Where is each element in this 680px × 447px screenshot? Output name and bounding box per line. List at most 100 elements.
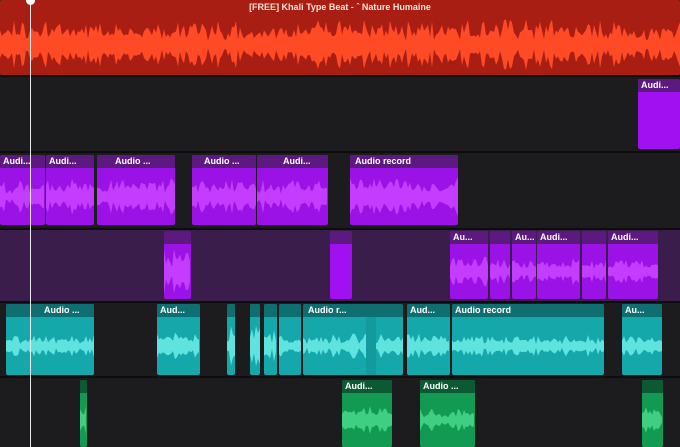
waveform xyxy=(512,260,536,283)
waveform-shape xyxy=(279,335,301,357)
waveform-shape xyxy=(97,178,175,215)
audio-clip[interactable]: Au... xyxy=(512,231,536,299)
waveform xyxy=(642,407,662,433)
waveform-shape xyxy=(537,258,579,285)
waveform xyxy=(0,19,680,70)
waveform-shape xyxy=(46,178,94,215)
audio-clip[interactable] xyxy=(164,231,191,299)
audio-clip[interactable] xyxy=(264,304,277,375)
audio-clip[interactable]: Audio r... xyxy=(303,304,403,375)
clip-title: Audio r... xyxy=(303,304,403,317)
audio-clip[interactable]: Audi... xyxy=(638,79,680,149)
clip-title: Audi... xyxy=(537,231,580,244)
waveform xyxy=(192,179,256,214)
waveform xyxy=(97,178,175,215)
waveform xyxy=(450,256,488,287)
audio-clip[interactable]: Aud... xyxy=(157,304,200,375)
waveform-shape xyxy=(192,179,256,214)
audio-clip[interactable]: Audio record xyxy=(350,155,458,225)
waveform-shape xyxy=(350,177,458,216)
timeline[interactable]: [FREE] Khali Type Beat - ˆ Nature Humain… xyxy=(0,0,680,447)
waveform-shape xyxy=(450,256,488,287)
waveform xyxy=(257,179,327,214)
track-lane-magenta-2: Audi... Audi... Audio ... Audio ... Audi… xyxy=(0,153,680,230)
clip-title: Audio ... xyxy=(192,155,256,168)
waveform-shape xyxy=(642,407,662,433)
audio-clip[interactable] xyxy=(490,231,510,299)
clip-title: Aud... xyxy=(157,304,200,317)
audio-clip[interactable] xyxy=(250,304,260,375)
audio-clip[interactable] xyxy=(366,317,376,375)
audio-clip[interactable] xyxy=(582,231,606,299)
waveform xyxy=(6,334,94,358)
clip-title: Au... xyxy=(622,304,662,317)
audio-clip[interactable]: Audi... xyxy=(46,155,94,225)
clip-title: [FREE] Khali Type Beat - ˆ Nature Humain… xyxy=(249,2,431,12)
audio-clip[interactable] xyxy=(279,304,301,375)
waveform xyxy=(164,249,190,294)
waveform-shape xyxy=(157,332,199,360)
waveform-shape xyxy=(250,325,260,367)
waveform-shape xyxy=(420,408,474,432)
waveform-shape xyxy=(342,406,392,434)
waveform-shape xyxy=(164,249,190,294)
waveform-shape xyxy=(0,19,680,70)
audio-clip[interactable]: Audi... xyxy=(342,380,392,447)
waveform-shape xyxy=(512,260,536,283)
clip-title: Audi... xyxy=(638,79,680,92)
waveform-shape xyxy=(80,406,86,434)
waveform-shape xyxy=(582,259,606,284)
clip-title xyxy=(164,231,191,244)
waveform xyxy=(157,332,199,360)
audio-clip[interactable] xyxy=(330,231,352,299)
track-lane-green: Audi... Audio ... xyxy=(0,378,680,447)
waveform-shape xyxy=(0,180,44,213)
audio-clip[interactable]: Audio ... xyxy=(420,380,475,447)
waveform xyxy=(407,333,449,359)
clip-title: Audio ... xyxy=(6,304,94,317)
audio-clip[interactable] xyxy=(227,304,235,375)
clip-title: Audi... xyxy=(608,231,658,244)
waveform xyxy=(303,333,403,359)
clip-title xyxy=(80,380,87,393)
audio-clip[interactable]: Audio ... xyxy=(6,304,94,375)
clip-title: Audio ... xyxy=(420,380,475,393)
clip-title: Aud... xyxy=(407,304,450,317)
audio-clip[interactable]: Audi... xyxy=(537,231,580,299)
waveform xyxy=(46,178,94,215)
clip-title xyxy=(227,304,235,317)
audio-clip[interactable]: Aud... xyxy=(407,304,450,375)
clip-title: Audio record xyxy=(350,155,458,168)
clip-title: Audi... xyxy=(0,155,45,168)
clip-title xyxy=(279,304,301,317)
audio-clip[interactable]: Au... xyxy=(622,304,662,375)
clip-title: Au... xyxy=(512,231,536,244)
track-lane-magenta-1: Audi... xyxy=(0,77,680,153)
waveform-shape xyxy=(264,330,276,362)
audio-clip[interactable] xyxy=(642,380,663,447)
audio-clip[interactable]: Au... xyxy=(450,231,488,299)
waveform xyxy=(264,330,276,362)
track-lane-purple: Au... Au... Audi... Audi... xyxy=(0,230,680,303)
audio-clip[interactable] xyxy=(80,380,87,447)
clip-title: Audi... xyxy=(342,380,392,393)
clip-title xyxy=(330,231,352,244)
audio-clip[interactable]: Audio record xyxy=(452,304,604,375)
clip-title: Audi... xyxy=(46,155,94,168)
audio-clip[interactable]: Audi... xyxy=(608,231,658,299)
waveform xyxy=(342,406,392,434)
clip-title xyxy=(582,231,606,244)
audio-clip[interactable]: Audio ... xyxy=(192,155,256,225)
clip-title xyxy=(366,317,376,330)
waveform-shape xyxy=(303,333,403,359)
audio-clip[interactable]: Audi... xyxy=(0,155,45,225)
waveform xyxy=(80,406,86,434)
waveform-shape xyxy=(257,179,327,214)
clip-title xyxy=(264,304,277,317)
audio-clip[interactable]: Audio ... xyxy=(97,155,175,225)
playhead[interactable] xyxy=(30,0,31,447)
audio-clip[interactable]: Audi... xyxy=(257,155,328,225)
waveform-shape xyxy=(490,258,510,285)
audio-clip[interactable]: [FREE] Khali Type Beat - ˆ Nature Humain… xyxy=(0,0,680,75)
waveform-shape xyxy=(622,336,662,356)
